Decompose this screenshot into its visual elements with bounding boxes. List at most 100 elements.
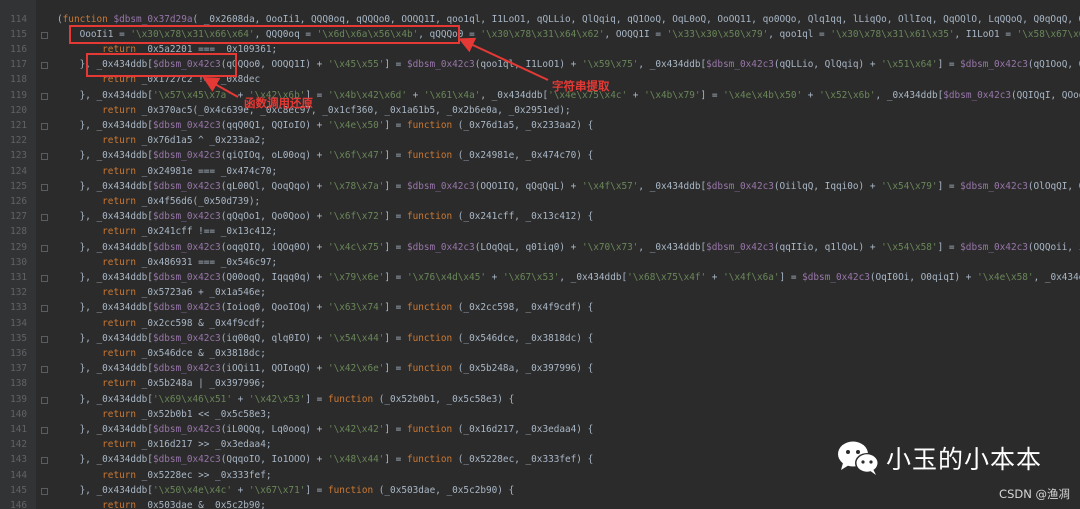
code-token: return [102, 348, 142, 359]
code-line[interactable]: }, _0x434ddb[$dbsm_0x42c3(qQqOo1, Qo0Qoo… [57, 209, 594, 224]
code-token: '\x76\x4d\x45' [406, 272, 486, 283]
fold-marker-icon[interactable] [41, 335, 48, 343]
code-token: (qQqOo1, Qo0Qoo) + [220, 211, 328, 223]
code-line[interactable]: }, _0x434ddb[$dbsm_0x42c3(iq00qQ, qlq0IO… [57, 331, 594, 346]
code-token: (_0x24981e, _0x474c70) { [457, 150, 594, 162]
code-line[interactable]: return _0x546dce & _0x3818dc; [57, 346, 266, 361]
code-token: '\x67\x53' [502, 272, 560, 283]
code-line[interactable]: return _0x370ac5(_0x4c639e, _0xc8ec97, _… [57, 103, 570, 118]
code-token: ] = [384, 363, 407, 375]
code-token: '\x50\x4e\x4c' [152, 484, 232, 496]
code-line[interactable]: return _0x5228ec >> _0x333fef; [57, 468, 271, 483]
code-line[interactable]: return _0x5b248a | _0x397996; [57, 376, 266, 391]
code-token: (iL0QQq, Lq0ooq) + [220, 424, 328, 435]
code-line[interactable]: return _0x486931 === _0x546c97; [57, 255, 277, 270]
code-token: '\x52\x6b' [819, 89, 876, 101]
fold-marker-icon[interactable] [41, 92, 48, 100]
fold-marker-icon[interactable] [41, 183, 48, 191]
code-line[interactable]: }, _0x434ddb[$dbsm_0x42c3(iL0QQq, Lq0ooq… [57, 422, 594, 437]
fold-marker-icon[interactable] [41, 153, 48, 161]
code-token: + [231, 393, 249, 405]
code-token: $dbsm_0x42c3 [406, 59, 475, 71]
fold-marker-icon[interactable] [41, 366, 48, 374]
code-token: $dbsm_0x42c3 [706, 59, 774, 71]
fold-marker-icon[interactable] [41, 396, 48, 404]
fold-marker-icon[interactable] [41, 214, 48, 222]
code-token: $dbsm_0x42c3 [152, 454, 221, 466]
code-token: $dbsm_0x42c3 [706, 180, 774, 192]
code-token: function [62, 13, 114, 25]
fold-marker-icon[interactable] [41, 305, 48, 313]
fold-marker-icon[interactable] [41, 123, 48, 130]
code-token: }, _0x434ddb[ [57, 332, 153, 344]
code-line[interactable]: }, _0x434ddb[$dbsm_0x42c3(oqqQIQ, iQOq0O… [57, 240, 1080, 255]
code-token: ] = [700, 89, 724, 101]
code-token: (oqqQIQ, iQOq0O) + [220, 241, 328, 253]
fold-marker-icon[interactable] [41, 427, 48, 434]
fold-marker-icon[interactable] [41, 62, 48, 70]
code-token: (_0x2cc598, _0x4f9cdf) { [457, 302, 594, 314]
code-token: function [327, 393, 379, 405]
code-token: ] = [937, 180, 961, 192]
fold-marker-icon[interactable] [41, 275, 48, 282]
line-number: 134 [10, 317, 27, 329]
code-line[interactable]: return _0x2cc598 & _0x4f9cdf; [57, 316, 266, 331]
code-line[interactable]: }, _0x434ddb[$dbsm_0x42c3(Q00oqQ, Iqqq0q… [57, 270, 1080, 285]
code-token: }, _0x434ddb[ [57, 120, 153, 131]
code-token: _0x16d217 >> _0x3edaa4; [141, 439, 272, 451]
code-line[interactable]: }, _0x434ddb['\x69\x46\x51' + '\x42\x53'… [57, 392, 515, 407]
code-token: '\x67\x71' [248, 484, 306, 496]
code-line[interactable]: }, _0x434ddb[$dbsm_0x42c3(qL00Ql, QoqQqo… [57, 179, 1080, 194]
code-token: '\x48\x44' [327, 454, 385, 466]
line-number: 141 [10, 424, 27, 435]
code-token: $dbsm_0x42c3 [152, 424, 221, 435]
line-number: 131 [10, 272, 27, 283]
code-line[interactable]: return _0x241cff !== _0x13c412; [57, 224, 277, 239]
code-line[interactable]: }, _0x434ddb['\x50\x4e\x4c' + '\x67\x71'… [57, 483, 515, 498]
csdn-watermark: CSDN @渔凋 [999, 487, 1070, 501]
fold-marker-icon[interactable] [41, 244, 48, 252]
code-line[interactable]: }, _0x434ddb[$dbsm_0x42c3(iOQi11, QOIoqQ… [57, 361, 594, 376]
code-token: $dbsm_0x42c3 [152, 272, 221, 283]
code-token: (OlOqQI, Olql11) + [1027, 180, 1080, 192]
code-token: _0x76d1a5 ^ _0x233aa2; [141, 135, 266, 147]
code-token: }, _0x434ddb[ [57, 302, 153, 314]
line-number: 135 [10, 332, 27, 344]
code-token: '\x4f\x57' [581, 180, 639, 192]
code-token: ] = [384, 302, 407, 314]
code-line[interactable]: return _0x52b0b1 << _0x5c58e3; [57, 407, 271, 422]
code-line[interactable]: return _0x76d1a5 ^ _0x233aa2; [57, 133, 266, 148]
fold-marker-icon[interactable] [41, 457, 48, 465]
wechat-icon [836, 438, 882, 478]
code-line[interactable]: return _0x5723a6 + _0x1a546e; [57, 285, 266, 300]
code-line[interactable]: }, _0x434ddb[$dbsm_0x42c3(qqQ0Q1, QQIoIO… [57, 118, 594, 133]
code-token: }, _0x434ddb[ [57, 363, 153, 375]
line-number: 132 [10, 287, 27, 299]
line-number-gutter: 114 115 116 117 118 119 120 121 122 123 124 125 126 1… [0, 0, 37, 509]
code-token: + [486, 272, 503, 283]
code-token: '\x79\x6e' [327, 272, 385, 283]
code-token: return [102, 165, 142, 177]
code-token: $dbsm_0x42c3 [152, 120, 221, 131]
code-line[interactable]: return _0x24981e === _0x474c70; [57, 164, 277, 179]
fold-marker-icon[interactable] [41, 487, 48, 495]
code-line[interactable]: }, _0x434ddb[$dbsm_0x42c3(Ioioq0, QooIOq… [57, 300, 594, 315]
code-line[interactable]: return _0x16d217 >> _0x3edaa4; [57, 437, 272, 452]
line-number: 126 [10, 196, 27, 207]
code-token: (_0x5b248a, _0x397996) { [457, 363, 594, 375]
code-token: , OOQQ1I = [604, 28, 667, 40]
fold-marker-icon[interactable] [41, 31, 48, 39]
code-line[interactable]: }, _0x434ddb[$dbsm_0x42c3(qiQIOq, oL00oq… [57, 148, 594, 163]
code-line[interactable]: return _0x4f56d6(_0x50d739); [57, 194, 260, 209]
code-token: (_0x5228ec, _0x333fef) { [457, 454, 594, 466]
code-token: _0x546dce & _0x3818dc; [141, 348, 266, 359]
code-token: , _0x434ddb[ [559, 272, 628, 283]
line-number: 142 [10, 439, 27, 451]
code-token: function [406, 363, 458, 375]
code-line[interactable]: }, _0x434ddb[$dbsm_0x42c3(QqqoIO, Io1OOO… [57, 452, 594, 467]
code-line[interactable]: return _0x503dae & _0x5c2b90; [57, 498, 266, 509]
code-token: $dbsm_0x42c3 [152, 150, 221, 162]
